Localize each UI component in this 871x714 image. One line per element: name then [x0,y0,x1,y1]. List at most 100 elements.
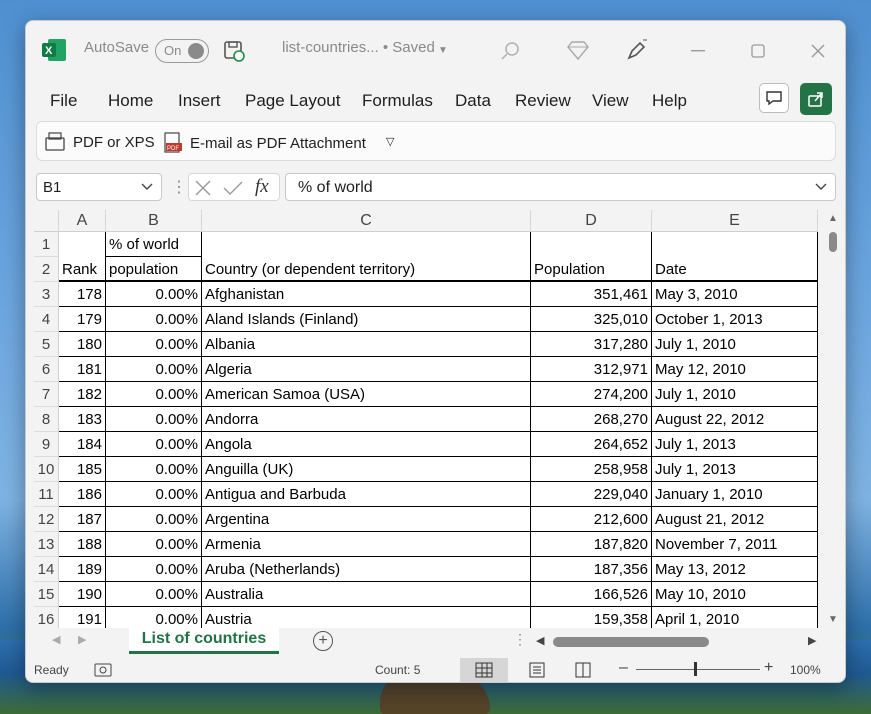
menu-review[interactable]: Review [515,91,571,111]
vertical-scroll-thumb[interactable] [829,232,837,252]
insert-function-button[interactable]: fx [255,176,269,198]
row-header[interactable]: 1 [34,232,59,257]
cell-b11[interactable]: 0.00% [106,482,202,507]
email-pdf-button[interactable]: PDF E-mail as PDF Attachment [162,132,366,154]
cell-e9[interactable]: July 1, 2013 [652,432,818,457]
accessibility-icon[interactable] [94,662,112,678]
cell-d7[interactable]: 274,200 [531,382,652,407]
column-header-d[interactable]: D [531,210,652,232]
menu-formulas[interactable]: Formulas [362,91,433,111]
cell-a8[interactable]: 183 [59,407,106,432]
cell-d5[interactable]: 317,280 [531,332,652,357]
page-break-view-icon[interactable] [574,662,592,678]
diamond-icon[interactable] [566,39,590,63]
cell-e15[interactable]: May 10, 2010 [652,582,818,607]
cell-a3[interactable]: 178 [59,282,106,307]
cell-c9[interactable]: Angola [202,432,531,457]
search-icon[interactable] [498,39,522,63]
cell-c12[interactable]: Argentina [202,507,531,532]
maximize-icon[interactable] [746,39,770,63]
horizontal-scroll-thumb[interactable] [553,637,709,647]
cell-b8[interactable]: 0.00% [106,407,202,432]
column-header-c[interactable]: C [202,210,531,232]
row-header[interactable]: 10 [34,457,59,482]
zoom-slider-thumb[interactable] [694,662,697,676]
add-sheet-icon[interactable]: + [313,631,333,651]
menu-help[interactable]: Help [652,91,687,111]
cell-b16[interactable]: 0.00% [106,607,202,628]
cell-b2[interactable]: population [106,257,202,282]
cell-c4[interactable]: Aland Islands (Finland) [202,307,531,332]
zoom-out-icon[interactable]: – [619,659,628,677]
cell-e16[interactable]: April 1, 2010 [652,607,818,628]
cell-b7[interactable]: 0.00% [106,382,202,407]
cell-a5[interactable]: 180 [59,332,106,357]
row-header[interactable]: 8 [34,407,59,432]
cell-e2[interactable]: Date [652,257,818,282]
menu-insert[interactable]: Insert [178,91,221,111]
select-all-corner[interactable] [34,210,59,232]
cell-c5[interactable]: Albania [202,332,531,357]
column-header-b[interactable]: B [106,210,202,232]
title-dropdown-icon[interactable]: ▼ [438,45,448,56]
cell-d1[interactable] [531,232,652,257]
cell-e4[interactable]: October 1, 2013 [652,307,818,332]
menu-data[interactable]: Data [455,91,491,111]
row-header[interactable]: 15 [34,582,59,607]
close-icon[interactable] [806,39,830,63]
cell-e13[interactable]: November 7, 2011 [652,532,818,557]
normal-view-button[interactable] [460,658,508,682]
cell-b5[interactable]: 0.00% [106,332,202,357]
cell-c10[interactable]: Anguilla (UK) [202,457,531,482]
cell-c8[interactable]: Andorra [202,407,531,432]
cell-e5[interactable]: July 1, 2010 [652,332,818,357]
scroll-down-icon[interactable]: ▼ [828,614,838,625]
cell-c7[interactable]: American Samoa (USA) [202,382,531,407]
row-header[interactable]: 12 [34,507,59,532]
cancel-icon[interactable] [195,180,211,196]
cell-c1[interactable] [202,232,531,257]
autosave-toggle[interactable]: On [155,39,209,63]
enter-check-icon[interactable] [223,180,243,196]
cell-a4[interactable]: 179 [59,307,106,332]
save-icon[interactable] [222,39,246,63]
name-box[interactable]: B1 [36,173,162,201]
cell-a2[interactable]: Rank [59,257,106,282]
cell-c15[interactable]: Australia [202,582,531,607]
cell-c13[interactable]: Armenia [202,532,531,557]
row-header[interactable]: 14 [34,557,59,582]
cell-e3[interactable]: May 3, 2010 [652,282,818,307]
cell-a9[interactable]: 184 [59,432,106,457]
cell-a16[interactable]: 191 [59,607,106,628]
cell-e7[interactable]: July 1, 2010 [652,382,818,407]
menu-view[interactable]: View [592,91,629,111]
cell-b6[interactable]: 0.00% [106,357,202,382]
row-header[interactable]: 3 [34,282,59,307]
cell-b10[interactable]: 0.00% [106,457,202,482]
cell-b12[interactable]: 0.00% [106,507,202,532]
cell-d8[interactable]: 268,270 [531,407,652,432]
cell-a1[interactable] [59,232,106,257]
menu-file[interactable]: File [50,91,77,111]
pen-icon[interactable] [624,37,650,63]
zoom-slider[interactable] [636,669,760,670]
cell-e11[interactable]: January 1, 2010 [652,482,818,507]
row-header[interactable]: 13 [34,532,59,557]
cell-d10[interactable]: 258,958 [531,457,652,482]
cell-a10[interactable]: 185 [59,457,106,482]
pdf-xps-button[interactable]: PDF or XPS [45,132,155,152]
worksheet-grid[interactable]: A B C D E 1 % of world 2 Rank population Coun… [34,210,818,628]
cell-d4[interactable]: 325,010 [531,307,652,332]
zoom-in-icon[interactable]: + [764,659,773,677]
formula-input[interactable]: % of world [285,173,836,201]
cell-e8[interactable]: August 22, 2012 [652,407,818,432]
cell-e1[interactable] [652,232,818,257]
column-header-a[interactable]: A [59,210,106,232]
cell-c11[interactable]: Antigua and Barbuda [202,482,531,507]
cell-d13[interactable]: 187,820 [531,532,652,557]
page-layout-view-icon[interactable] [528,662,546,678]
cell-d6[interactable]: 312,971 [531,357,652,382]
expand-formula-icon[interactable] [815,183,827,191]
minimize-icon[interactable] [686,39,710,63]
next-sheet-icon[interactable]: ▶ [78,633,86,646]
